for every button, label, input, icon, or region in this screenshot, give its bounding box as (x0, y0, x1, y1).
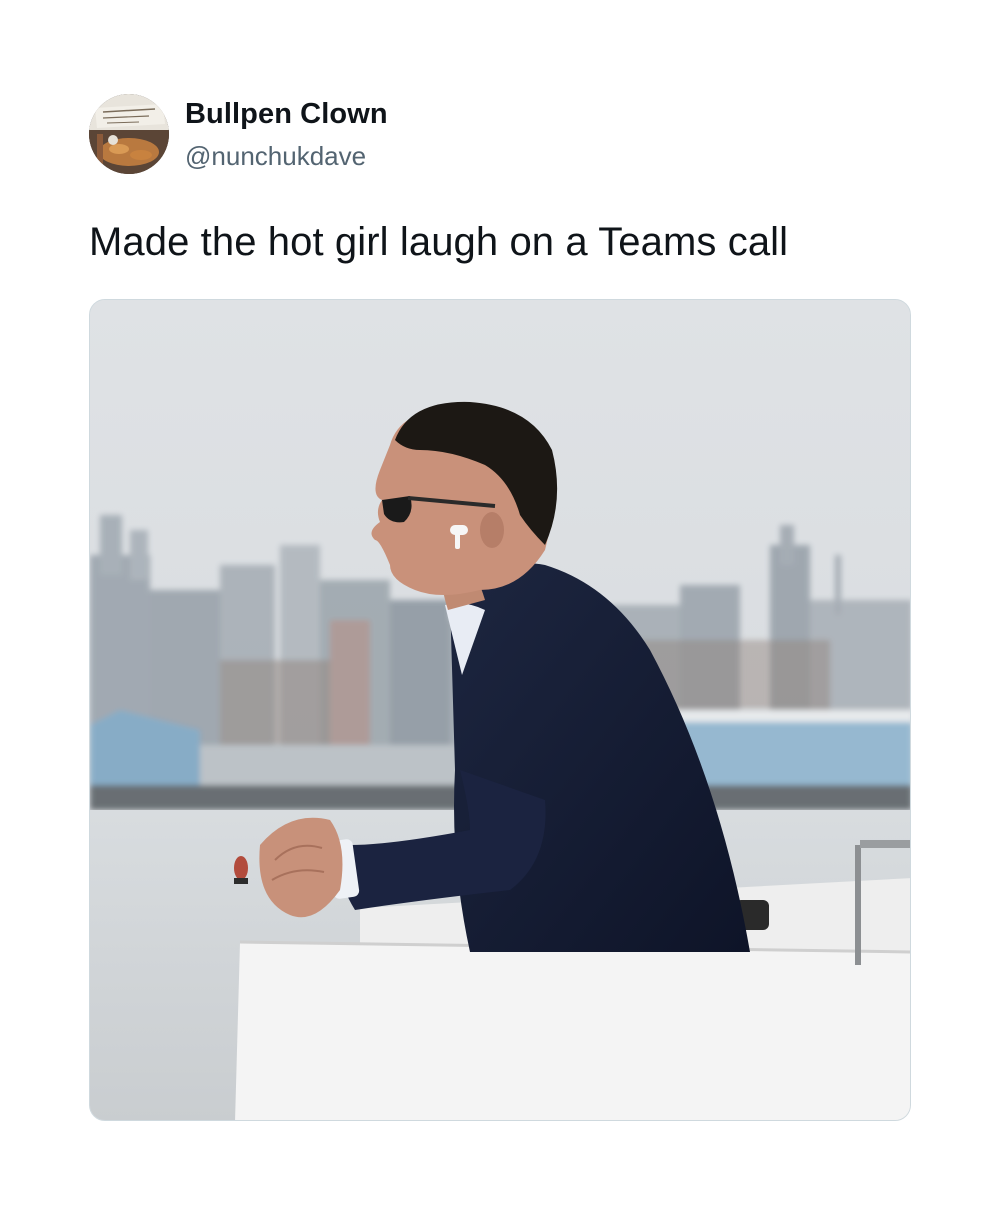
author-names: Bullpen Clown @nunchukdave (185, 96, 388, 173)
author-handle[interactable]: @nunchukdave (185, 139, 388, 173)
tweet-media-photo[interactable] (89, 299, 911, 1121)
tweet-card: Bullpen Clown @nunchukdave Made the hot … (0, 0, 1000, 1212)
photo-icon (90, 300, 910, 1120)
author-avatar[interactable] (89, 94, 169, 174)
author-display-name[interactable]: Bullpen Clown (185, 96, 388, 132)
profile-photo-icon (89, 94, 169, 174)
tweet-text: Made the hot girl laugh on a Teams call (89, 220, 789, 264)
